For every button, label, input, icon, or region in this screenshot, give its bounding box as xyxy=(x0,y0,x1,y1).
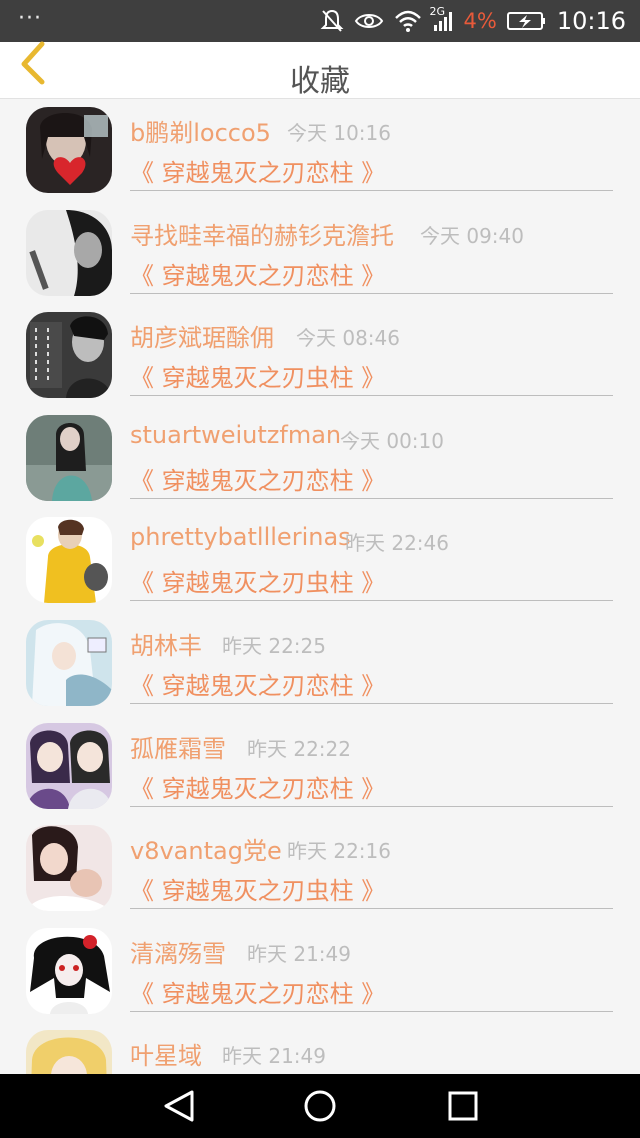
timestamp: 昨天 22:22 xyxy=(247,736,351,761)
book-title[interactable]: 《 穿越鬼灭之刃虫柱 》 xyxy=(130,563,385,598)
eye-icon xyxy=(354,14,383,28)
divider xyxy=(130,805,613,807)
battery-percent: 4% xyxy=(463,9,497,33)
avatar xyxy=(26,414,112,501)
user-name: phrettybatlllerinas xyxy=(130,523,351,552)
timestamp: 今天 08:46 xyxy=(296,326,400,351)
book-title[interactable]: 《 穿越鬼灭之刃虫柱 》 xyxy=(130,871,385,906)
book-title[interactable]: 《 穿越鬼灭之刃虫柱 》 xyxy=(130,358,385,393)
system-nav-bar xyxy=(0,1074,640,1138)
avatar xyxy=(26,619,112,706)
divider xyxy=(130,190,613,191)
timestamp: 昨天 21:49 xyxy=(247,941,351,966)
list-item[interactable]: 胡林丰 昨天 22:25 《 穿越鬼灭之刃恋柱 》 xyxy=(0,612,640,715)
avatar xyxy=(26,825,112,912)
app-header: 收藏 xyxy=(0,41,640,99)
wifi-icon xyxy=(394,10,421,32)
book-title[interactable]: 《 穿越鬼灭之刃恋柱 》 xyxy=(130,256,385,291)
user-name: stuartweiutzfman xyxy=(130,420,342,449)
book-title[interactable]: 《 穿越鬼灭之刃恋柱 》 xyxy=(130,153,385,188)
list-item[interactable]: stuartweiutzfman 今天 00:10 《 穿越鬼灭之刃恋柱 》 xyxy=(0,407,640,510)
list-item[interactable]: 叶星域 昨天 21:49 xyxy=(0,1022,640,1074)
avatar xyxy=(26,927,112,1014)
timestamp: 昨天 22:25 xyxy=(222,633,326,658)
book-title[interactable]: 《 穿越鬼灭之刃恋柱 》 xyxy=(130,461,385,496)
list-item[interactable]: v8vantag党e 昨天 22:16 《 穿越鬼灭之刃虫柱 》 xyxy=(0,817,640,920)
timestamp: 今天 00:10 xyxy=(340,428,444,453)
avatar xyxy=(26,209,112,296)
user-name: 清漓殇雪 xyxy=(130,939,226,968)
divider xyxy=(130,908,613,910)
timestamp: 昨天 21:49 xyxy=(222,1044,326,1069)
signal-icon: 2G xyxy=(430,5,454,33)
list-item[interactable]: phrettybatlllerinas 昨天 22:46 《 穿越鬼灭之刃虫柱 … xyxy=(0,509,640,612)
user-name: 胡林丰 xyxy=(130,631,202,660)
avatar xyxy=(26,107,112,193)
list-item[interactable]: b鹏剃locco5 今天 10:16 《 穿越鬼灭之刃恋柱 》 xyxy=(0,99,640,202)
user-name: b鹏剃locco5 xyxy=(130,119,271,147)
user-name: v8vantag党e xyxy=(130,837,282,866)
list-item[interactable]: 胡彦斌琚酴佣 今天 08:46 《 穿越鬼灭之刃虫柱 》 xyxy=(0,304,640,407)
nav-recents-button[interactable] xyxy=(442,1088,482,1124)
favorites-list: b鹏剃locco5 今天 10:16 《 穿越鬼灭之刃恋柱 》 寻找畦幸福的赫钐… xyxy=(0,99,640,1074)
book-title[interactable]: 《 穿越鬼灭之刃恋柱 》 xyxy=(130,769,385,804)
divider xyxy=(130,1010,613,1012)
user-name: 孤雁霜雪 xyxy=(130,734,226,763)
battery-charging-icon xyxy=(506,12,545,30)
timestamp: 昨天 22:16 xyxy=(287,839,391,864)
list-item[interactable]: 清漓殇雪 昨天 21:49 《 穿越鬼灭之刃恋柱 》 xyxy=(0,920,640,1023)
divider xyxy=(130,395,613,397)
list-item[interactable]: 寻找畦幸福的赫钐克澹托 今天 09:40 《 穿越鬼灭之刃恋柱 》 xyxy=(0,202,640,305)
page-title: 收藏 xyxy=(290,64,350,99)
back-triangle-icon xyxy=(164,1090,194,1122)
mute-icon xyxy=(320,9,343,32)
list-item[interactable]: 孤雁霜雪 昨天 22:22 《 穿越鬼灭之刃恋柱 》 xyxy=(0,715,640,818)
overflow-dots: ··· xyxy=(18,6,42,31)
avatar xyxy=(26,312,112,399)
divider xyxy=(130,702,613,704)
recents-square-icon xyxy=(448,1091,478,1121)
user-name: 叶星域 xyxy=(130,1042,202,1071)
avatar xyxy=(26,1030,112,1074)
status-time: 10:16 xyxy=(556,7,626,35)
timestamp: 今天 09:40 xyxy=(420,223,524,248)
divider xyxy=(130,292,613,294)
user-name: 胡彦斌琚酴佣 xyxy=(130,324,274,353)
home-circle-icon xyxy=(304,1090,336,1122)
avatar xyxy=(26,517,112,604)
book-title[interactable]: 《 穿越鬼灭之刃恋柱 》 xyxy=(130,974,385,1009)
avatar xyxy=(26,722,112,809)
user-name: 寻找畦幸福的赫钐克澹托 xyxy=(130,221,394,250)
divider xyxy=(130,600,613,602)
status-bar: ··· 2G 4% 10:16 xyxy=(0,0,640,42)
book-title[interactable]: 《 穿越鬼灭之刃恋柱 》 xyxy=(130,666,385,701)
timestamp: 昨天 22:46 xyxy=(345,531,449,556)
nav-back-button[interactable] xyxy=(160,1088,200,1124)
divider xyxy=(130,497,613,499)
nav-home-button[interactable] xyxy=(300,1088,340,1124)
timestamp: 今天 10:16 xyxy=(287,121,391,145)
